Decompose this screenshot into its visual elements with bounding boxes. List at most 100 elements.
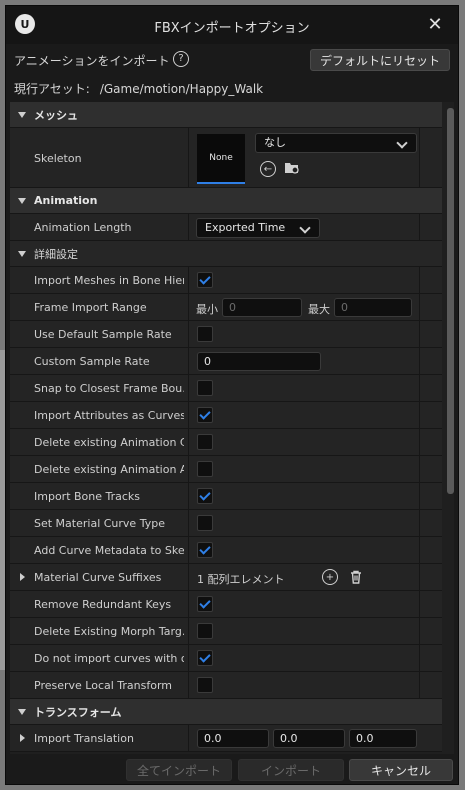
remove-redundant-keys-checkbox[interactable] [197, 596, 213, 612]
cancel-button[interactable]: キャンセル [349, 759, 453, 781]
section-transform[interactable]: トランスフォーム [10, 699, 442, 725]
collapse-arrow-icon[interactable] [18, 250, 26, 257]
row-label: Snap to Closest Frame Bou… [34, 382, 184, 395]
column-divider [419, 321, 420, 347]
row-label: Remove Redundant Keys [34, 598, 172, 611]
skeleton-label: Skeleton [34, 152, 82, 165]
row-label: Preserve Local Transform [34, 679, 173, 692]
browse-asset-icon[interactable] [284, 160, 300, 176]
column-divider [419, 645, 420, 671]
column-divider [188, 537, 189, 563]
material-curve-suffixes-count: 1 配列エレメント [197, 573, 285, 586]
use-default-sample-rate-checkbox[interactable] [197, 326, 213, 342]
chevron-down-icon [299, 222, 311, 234]
column-divider [188, 267, 189, 293]
row-import-attributes-as-curves: Import Attributes as Curves… [10, 402, 442, 429]
column-divider [419, 375, 420, 401]
skeleton-dropdown-value: なし [264, 136, 286, 149]
add-curve-metadata-checkbox[interactable] [197, 542, 213, 558]
row-label: Delete Existing Morph Targ… [34, 625, 184, 638]
snap-to-closest-frame-checkbox[interactable] [197, 380, 213, 396]
do-not-import-curves-checkbox[interactable] [197, 650, 213, 666]
help-icon[interactable]: ? [173, 51, 189, 67]
collapse-arrow-icon[interactable] [18, 197, 26, 204]
column-divider [419, 267, 420, 293]
import-button[interactable]: インポート [238, 759, 344, 781]
row-delete-existing-morph-targets: Delete Existing Morph Targ… [10, 618, 442, 645]
row-preserve-local-transform: Preserve Local Transform [10, 672, 442, 699]
row-skeleton: Skeleton None なし ← [10, 128, 442, 188]
use-selected-asset-icon[interactable]: ← [260, 161, 276, 177]
column-divider [419, 537, 420, 563]
current-asset-label: 現行アセット: [14, 82, 90, 96]
column-divider [419, 483, 420, 509]
expand-arrow-icon[interactable] [20, 734, 25, 742]
delete-all-icon[interactable] [348, 569, 364, 585]
row-import-meshes-in-bone-hierarchy: Import Meshes in Bone Hier… [10, 267, 442, 294]
column-divider [188, 402, 189, 428]
row-import-translation: Import Translation 0.0 0.0 0.0 [10, 725, 442, 752]
section-animation[interactable]: Animation [10, 188, 442, 214]
frame-range-min-label: 最小 [196, 303, 218, 316]
frame-range-max-field[interactable]: 0 [334, 298, 412, 317]
import-all-button[interactable]: 全てインポート [126, 759, 232, 781]
translation-x-field[interactable]: 0.0 [197, 729, 269, 748]
column-divider [188, 672, 189, 698]
translation-z-field[interactable]: 0.0 [349, 729, 417, 748]
column-divider [188, 618, 189, 644]
import-toolbar: アニメーションをインポート ? デフォルトにリセット [6, 46, 458, 72]
skeleton-dropdown[interactable]: なし [255, 133, 417, 153]
delete-existing-animation-curves-checkbox[interactable] [197, 434, 213, 450]
import-meshes-in-bone-hierarchy-checkbox[interactable] [197, 272, 213, 288]
column-divider [188, 348, 189, 374]
dialog-footer: 全てインポート インポート キャンセル [6, 754, 458, 784]
scrollbar-thumb[interactable] [447, 108, 454, 494]
close-icon[interactable]: ✕ [424, 13, 446, 35]
reset-to-default-button[interactable]: デフォルトにリセット [310, 49, 450, 71]
row-label: Add Curve Metadata to Skel… [34, 544, 184, 557]
skeleton-thumbnail[interactable]: None [197, 134, 245, 184]
custom-sample-rate-field[interactable]: 0 [197, 352, 321, 371]
row-use-default-sample-rate: Use Default Sample Rate [10, 321, 442, 348]
row-label: Frame Import Range [34, 301, 147, 314]
collapse-arrow-icon[interactable] [18, 111, 26, 118]
column-divider [419, 564, 420, 590]
animation-length-dropdown[interactable]: Exported Time [196, 218, 320, 238]
row-delete-existing-animation-curves: Delete existing Animation C… [10, 429, 442, 456]
column-divider [419, 456, 420, 482]
delete-existing-animation-attributes-checkbox[interactable] [197, 461, 213, 477]
row-label: Custom Sample Rate [34, 355, 150, 368]
import-bone-tracks-checkbox[interactable] [197, 488, 213, 504]
section-advanced[interactable]: 詳細設定 [10, 241, 442, 267]
row-frame-import-range: Frame Import Range 最小 0 最大 0 [10, 294, 442, 321]
column-divider [188, 429, 189, 455]
row-label: Import Meshes in Bone Hier… [34, 274, 184, 287]
add-element-icon[interactable]: + [322, 569, 338, 585]
current-asset-path: /Game/motion/Happy_Walk [99, 82, 264, 96]
row-label: Do not import curves with o… [34, 652, 184, 665]
delete-existing-morph-targets-checkbox[interactable] [197, 623, 213, 639]
column-divider [419, 618, 420, 644]
set-material-curve-type-checkbox[interactable] [197, 515, 213, 531]
section-mesh[interactable]: メッシュ [10, 102, 442, 128]
row-label: Delete existing Animation A… [34, 463, 184, 476]
title-bar[interactable]: U FBXインポートオプション ✕ [6, 6, 458, 44]
column-divider [188, 564, 189, 590]
row-label: Set Material Curve Type [34, 517, 165, 530]
chevron-down-icon [396, 137, 408, 149]
column-divider [419, 348, 420, 374]
current-asset: 現行アセット: /Game/motion/Happy_Walk [14, 80, 263, 97]
section-animation-title: Animation [34, 194, 98, 207]
collapse-arrow-icon[interactable] [18, 708, 26, 715]
row-custom-sample-rate: Custom Sample Rate 0 [10, 348, 442, 375]
row-delete-existing-animation-attributes: Delete existing Animation A… [10, 456, 442, 483]
frame-range-min-field[interactable]: 0 [222, 298, 302, 317]
fbx-import-options-dialog: U FBXインポートオプション ✕ アニメーションをインポート ? デフォルトに… [5, 5, 459, 785]
preserve-local-transform-checkbox[interactable] [197, 677, 213, 693]
column-divider [419, 402, 420, 428]
translation-y-field[interactable]: 0.0 [273, 729, 345, 748]
row-do-not-import-curves: Do not import curves with o… [10, 645, 442, 672]
import-attributes-as-curves-checkbox[interactable] [197, 407, 213, 423]
expand-arrow-icon[interactable] [20, 573, 25, 581]
scrollbar-track[interactable] [447, 102, 454, 754]
